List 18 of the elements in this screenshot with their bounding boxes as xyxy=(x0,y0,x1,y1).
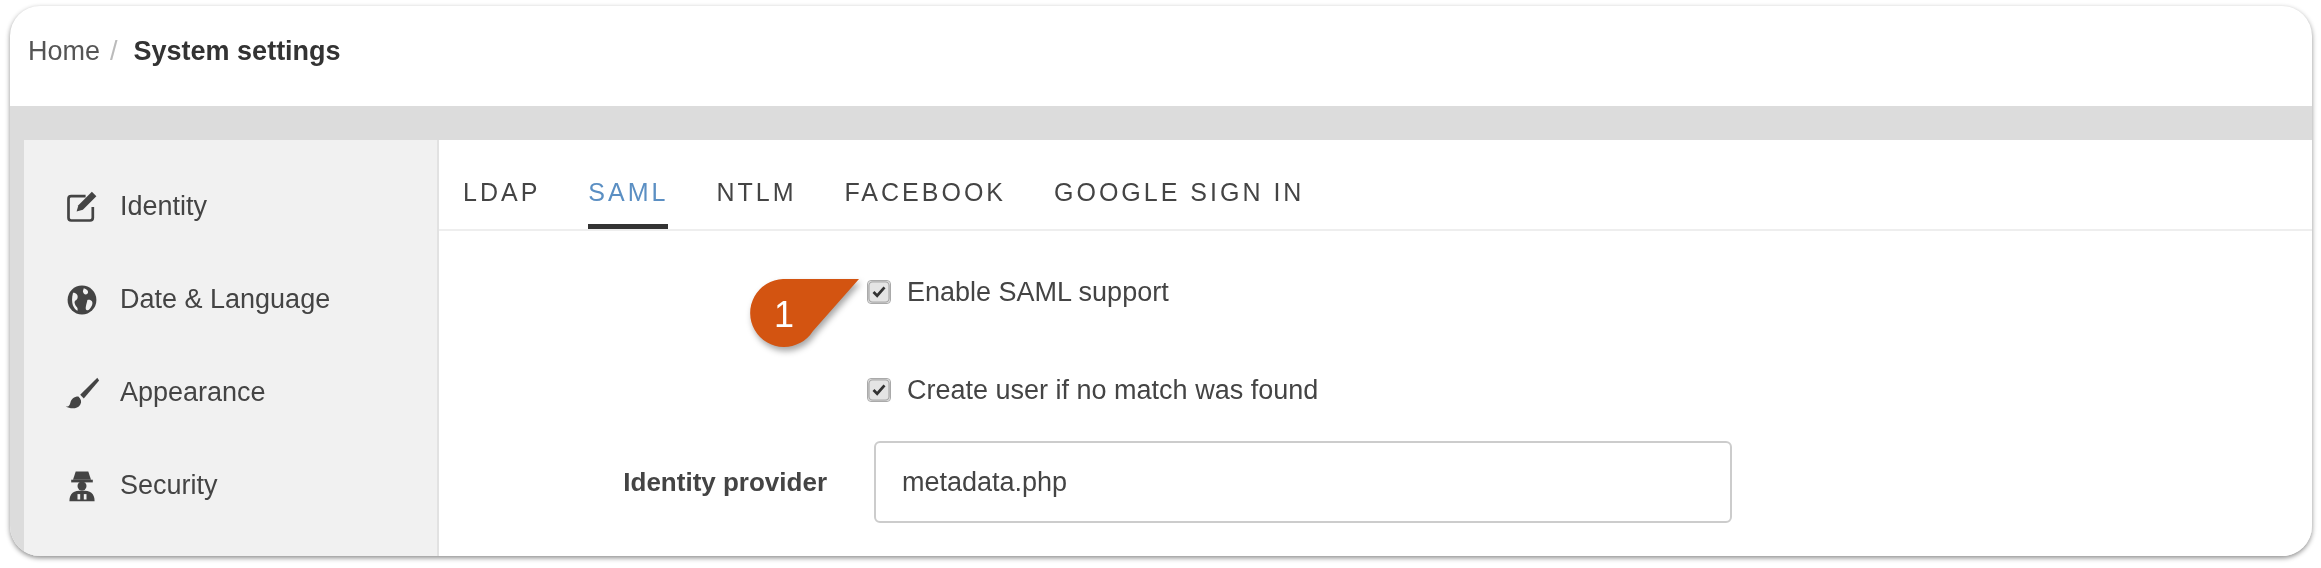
step-number: 1 xyxy=(773,295,795,335)
checkbox-label: Enable SAML support xyxy=(907,276,1169,308)
field-label: Identity provider xyxy=(622,466,827,498)
sidebar-item[interactable]: Date & Language xyxy=(24,253,437,346)
sidebar-item[interactable]: Security xyxy=(24,439,437,532)
input-field[interactable]: metadata.php xyxy=(874,441,1732,523)
breadcrumb-separator: / xyxy=(110,35,118,67)
checkbox[interactable] xyxy=(867,280,891,304)
breadcrumb-link[interactable]: Home xyxy=(28,35,101,67)
tab[interactable]: LDAP xyxy=(463,140,541,229)
sidebar-item[interactable]: Identity xyxy=(24,160,437,253)
tab[interactable]: FACEBOOK xyxy=(844,140,1006,229)
tab[interactable]: GOOGLE SIGN IN xyxy=(1054,140,1305,229)
tab[interactable]: NTLM xyxy=(716,140,797,229)
checkbox[interactable] xyxy=(867,378,891,402)
checkbox-label: Create user if no match was found xyxy=(907,374,1319,406)
sidebar-item[interactable]: Appearance xyxy=(24,346,437,439)
page-title: System settings xyxy=(133,35,341,67)
